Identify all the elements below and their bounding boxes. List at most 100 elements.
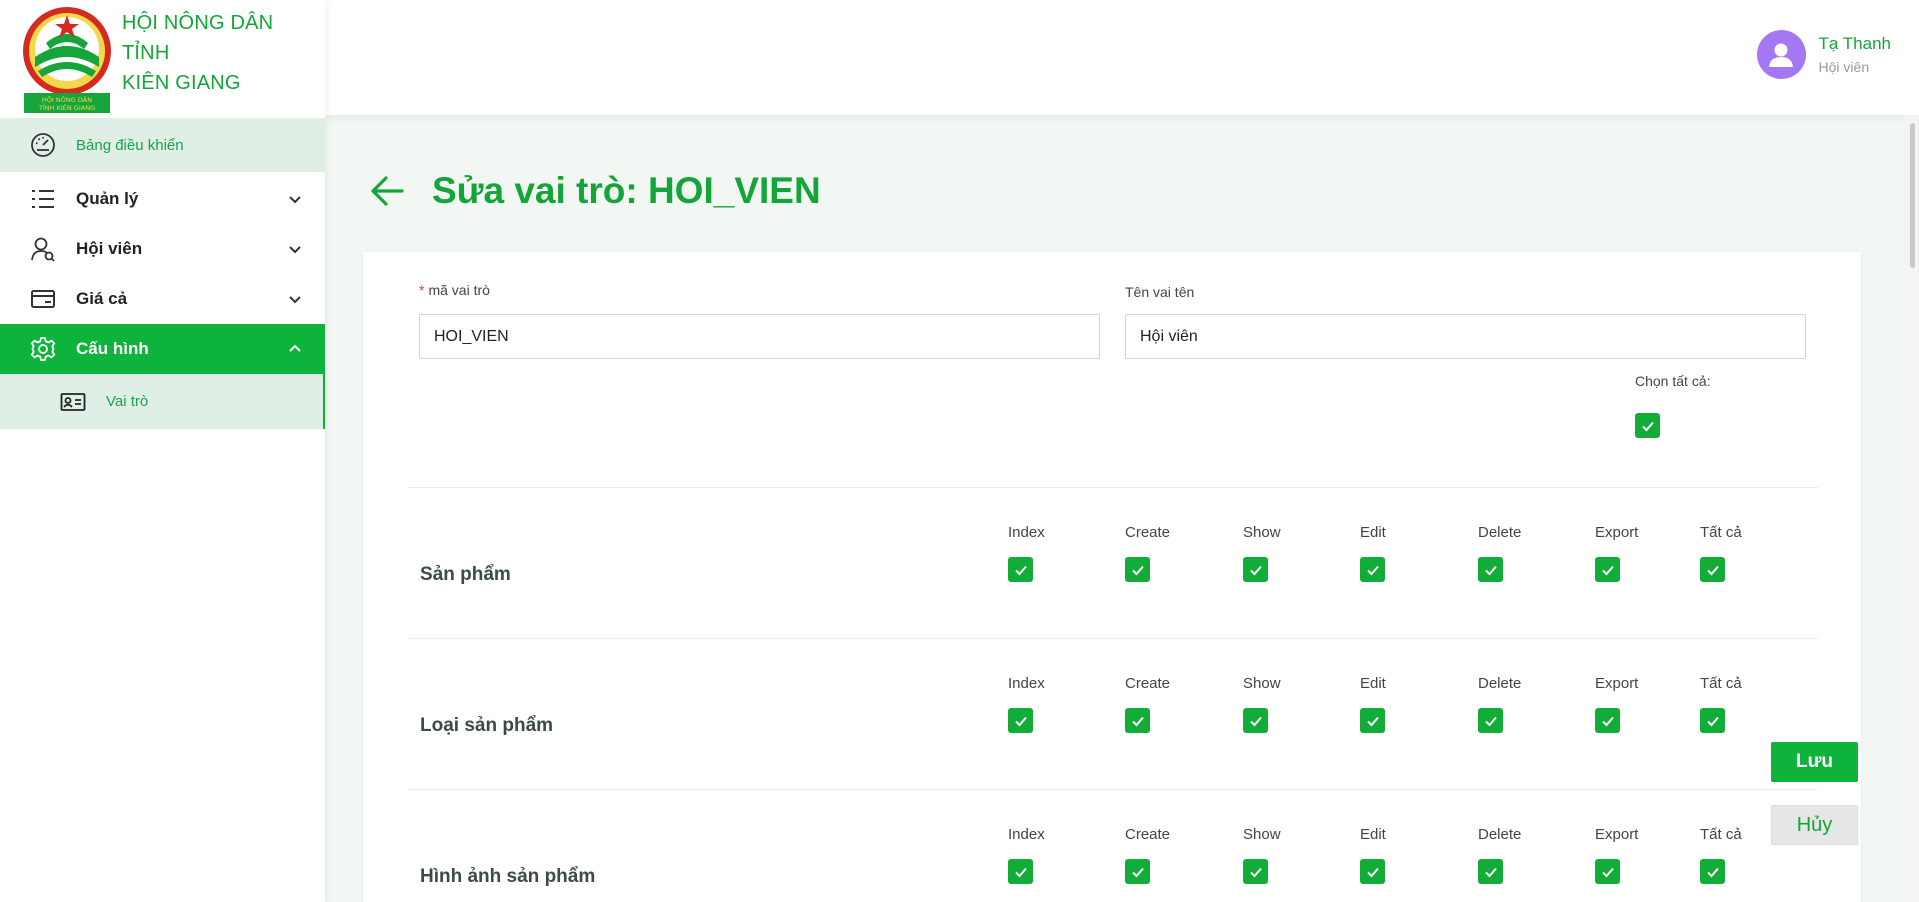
check-icon (1484, 867, 1497, 877)
sidebar-item-dashboard[interactable]: Bảng điều khiển (0, 118, 325, 172)
permission-checkbox[interactable] (1700, 859, 1725, 884)
permission-checkbox[interactable] (1243, 557, 1268, 582)
role-code-label: * mã vai trò (419, 282, 490, 298)
permission-column-label: Create (1125, 826, 1171, 843)
chevron-down-icon (289, 196, 301, 204)
list-icon (30, 186, 56, 212)
permission-column: Export (1595, 675, 1638, 733)
cancel-button[interactable]: Hủy (1771, 805, 1858, 845)
select-all-checkbox[interactable] (1635, 413, 1660, 438)
speedometer-icon (30, 132, 56, 158)
page-header: Sửa vai trò: HOI_VIEN (368, 170, 821, 212)
permission-column-label: Export (1595, 675, 1639, 692)
permission-column: Create (1125, 524, 1170, 582)
page-title: Sửa vai trò: HOI_VIEN (432, 170, 821, 211)
permission-column-label: Edit (1360, 675, 1386, 692)
permission-column: Index (1008, 826, 1045, 884)
scrollbar-thumb[interactable] (1910, 123, 1915, 268)
user-role: Hội viên (1818, 59, 1870, 75)
permission-column-label: Delete (1478, 826, 1522, 843)
permission-checkbox[interactable] (1595, 557, 1620, 582)
permission-checkbox[interactable] (1243, 708, 1268, 733)
permission-column: Delete (1478, 675, 1521, 733)
sidebar-subitem-vai-tro[interactable]: Vai trò (0, 374, 325, 429)
permission-column: Export (1595, 524, 1638, 582)
card-icon (30, 286, 56, 312)
permission-column: Delete (1478, 524, 1521, 582)
sidebar-item-quan-ly[interactable]: Quản lý (0, 174, 325, 224)
check-icon (1366, 867, 1379, 877)
check-icon (1131, 565, 1144, 575)
sidebar-item-gia-ca[interactable]: Giá cả (0, 274, 325, 324)
permission-column: Show (1243, 675, 1281, 733)
permission-column-label: Delete (1478, 675, 1522, 692)
permission-column-label: Export (1595, 826, 1639, 843)
permission-checkbox[interactable] (1243, 859, 1268, 884)
permission-checkbox[interactable] (1008, 708, 1033, 733)
scrollbar[interactable] (1905, 115, 1919, 902)
check-icon (1484, 716, 1497, 726)
permission-column: Tất cả (1700, 675, 1742, 733)
permission-checkbox[interactable] (1700, 708, 1725, 733)
brand-line-2: KIÊN GIANG (122, 72, 241, 94)
check-icon (1706, 565, 1719, 575)
save-button[interactable]: Lưu (1771, 742, 1858, 782)
check-icon (1366, 565, 1379, 575)
permission-checkbox[interactable] (1595, 859, 1620, 884)
permission-checkbox[interactable] (1700, 557, 1725, 582)
person-icon (1769, 43, 1794, 67)
required-marker: * (419, 282, 425, 298)
permission-name: Hình ảnh sản phẩm (420, 866, 596, 887)
check-icon (1601, 867, 1614, 877)
permission-checkbox[interactable] (1595, 708, 1620, 733)
permission-checkbox[interactable] (1008, 859, 1033, 884)
role-code-input[interactable] (419, 314, 1100, 359)
permission-checkbox[interactable] (1360, 859, 1385, 884)
check-icon (1249, 867, 1262, 877)
permission-column: Create (1125, 675, 1170, 733)
permission-column: Index (1008, 675, 1045, 733)
permission-column: Tất cả (1700, 524, 1742, 582)
permission-column: Show (1243, 826, 1281, 884)
permission-checkbox[interactable] (1360, 557, 1385, 582)
permission-column: Index (1008, 524, 1045, 582)
top-bar: Tạ Thanh Hội viên (325, 0, 1919, 115)
permission-row: Sản phẩm Index Create Show Edit Delete Export T… (363, 488, 1861, 639)
sidebar-subitem-label: Vai trò (106, 393, 149, 410)
permission-column: Edit (1360, 524, 1386, 582)
permission-column-label: Export (1595, 524, 1639, 541)
permission-column: Create (1125, 826, 1170, 884)
permission-name: Loại sản phẩm (420, 715, 554, 736)
permission-checkbox[interactable] (1478, 708, 1503, 733)
brand[interactable]: HỘI NÔNG DÂN TỈNH KIÊN GIANG HỘI NÔNG DÂ… (0, 0, 325, 118)
check-icon (1601, 716, 1614, 726)
user-menu[interactable]: Tạ Thanh Hội viên (1756, 30, 1891, 79)
check-icon (1706, 867, 1719, 877)
check-icon (1014, 716, 1027, 726)
sidebar-item-label: Cấu hình (76, 339, 149, 358)
id-card-icon (60, 389, 86, 415)
user-name: Tạ Thanh (1818, 34, 1891, 53)
permission-column-label: Delete (1478, 524, 1522, 541)
permission-checkbox[interactable] (1478, 859, 1503, 884)
permission-checkbox[interactable] (1125, 708, 1150, 733)
check-icon (1601, 565, 1614, 575)
permission-checkbox[interactable] (1125, 557, 1150, 582)
brand-line-1: HỘI NÔNG DÂN TỈNH (122, 12, 274, 64)
back-arrow-icon[interactable] (368, 171, 408, 211)
permission-checkbox[interactable] (1478, 557, 1503, 582)
permission-checkbox[interactable] (1360, 708, 1385, 733)
svg-text:HỘI NÔNG DÂN: HỘI NÔNG DÂN (42, 95, 92, 104)
role-form-card: *mã vai trò Tên vai tên Chọn tất cả: Sản… (363, 252, 1861, 902)
permission-column-label: Create (1125, 675, 1171, 692)
permission-checkbox[interactable] (1008, 557, 1033, 582)
sidebar-item-cau-hinh[interactable]: Cấu hình (0, 324, 325, 374)
permission-checkbox[interactable] (1125, 859, 1150, 884)
check-icon (1131, 716, 1144, 726)
role-name-label: Tên vai tên (1125, 284, 1195, 300)
permission-column: Edit (1360, 675, 1386, 733)
role-name-input[interactable] (1125, 314, 1806, 359)
check-icon (1014, 867, 1027, 877)
sidebar: HỘI NÔNG DÂN TỈNH KIÊN GIANG HỘI NÔNG DÂ… (0, 0, 325, 902)
sidebar-item-hoi-vien[interactable]: Hội viên (0, 224, 325, 274)
